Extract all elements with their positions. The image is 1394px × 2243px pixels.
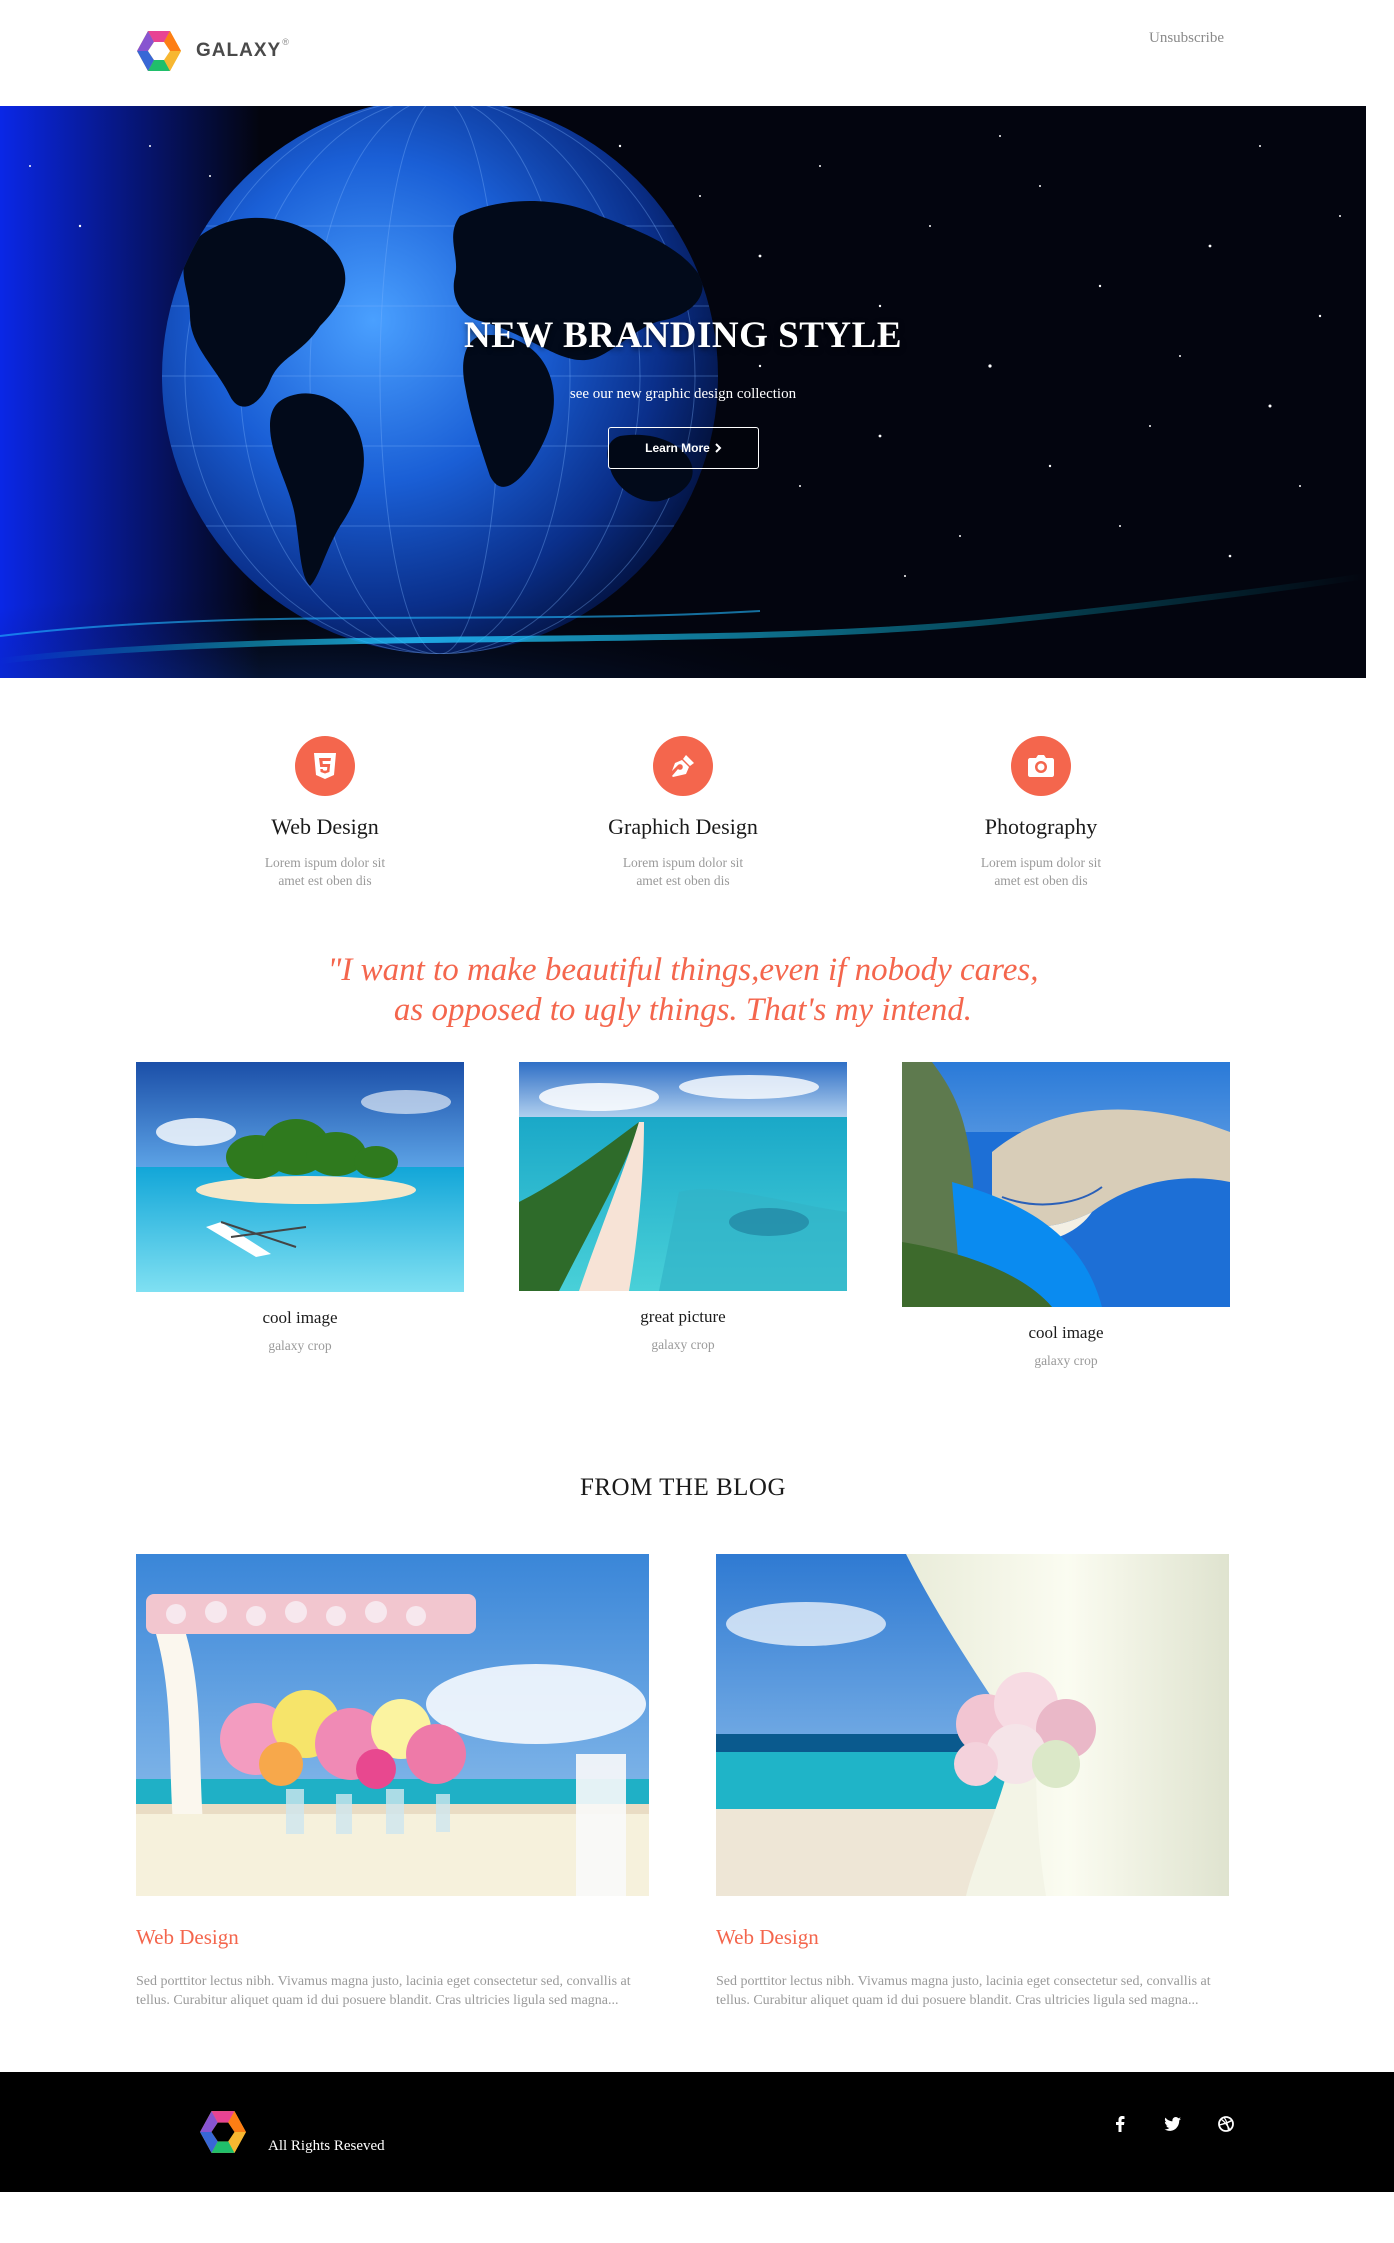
unsubscribe-link[interactable]: Unsubscribe xyxy=(1149,30,1224,47)
blog-post[interactable]: Web Design Sed porttitor lectus nibh. Vi… xyxy=(716,1554,1229,2010)
camera-icon xyxy=(1028,755,1054,777)
gallery-subtitle: galaxy crop xyxy=(1034,1353,1098,1368)
gallery-title: cool image xyxy=(262,1308,338,1327)
feature-desc: Lorem ispum dolor sit amet est oben dis xyxy=(264,855,386,888)
feature-desc: Lorem ispum dolor sit amet est oben dis xyxy=(980,855,1102,888)
brand-logo[interactable]: GALAXY ® xyxy=(136,30,289,72)
feature-icon-circle xyxy=(653,736,713,796)
footer: All Rights Reseved xyxy=(0,2072,1394,2192)
navagio-bay-image xyxy=(902,1062,1230,1307)
learn-more-label: Learn More xyxy=(645,441,710,455)
quote-line-2: as opposed to ugly things. That's my int… xyxy=(393,992,973,1028)
tropical-island-image xyxy=(136,1062,464,1292)
quote-line-1: "I want to make beautiful things,even if… xyxy=(327,952,1039,988)
blog-post-excerpt: Sed porttitor lectus nibh. Vivamus magna… xyxy=(716,1974,1211,2008)
feature-title: Graphich Design xyxy=(608,814,758,839)
gallery-subtitle: galaxy crop xyxy=(651,1337,715,1352)
quote-block: "I want to make beautiful things,even if… xyxy=(0,950,1366,1030)
feature-icon-circle xyxy=(1011,736,1071,796)
blog-post[interactable]: Web Design Sed porttitor lectus nibh. Vi… xyxy=(136,1554,649,2010)
hero-title: NEW BRANDING STYLE xyxy=(463,315,903,356)
blog-post-excerpt: Sed porttitor lectus nibh. Vivamus magna… xyxy=(136,1974,631,2008)
header: GALAXY ® Unsubscribe xyxy=(0,0,1394,106)
feature-web-design: Web Design Lorem ispum dolor sit amet es… xyxy=(195,736,455,890)
blog-heading: FROM THE BLOG xyxy=(579,1474,787,1501)
hero-subtitle: see our new graphic design collection xyxy=(569,386,797,402)
gallery-subtitle: galaxy crop xyxy=(268,1338,332,1353)
gallery-item[interactable]: cool image galaxy crop xyxy=(902,1062,1230,1369)
feature-title: Web Design xyxy=(271,814,379,839)
facebook-icon xyxy=(1116,2116,1125,2132)
feature-title: Photography xyxy=(984,814,1098,839)
twitter-icon xyxy=(1163,2117,1181,2131)
dribbble-icon xyxy=(1218,2116,1234,2132)
gallery-title: cool image xyxy=(1028,1323,1104,1342)
feature-icon-circle xyxy=(295,736,355,796)
pen-nib-icon xyxy=(672,755,694,777)
blog-post-title[interactable]: Web Design xyxy=(716,1925,1229,1950)
gallery-item[interactable]: cool image galaxy crop xyxy=(136,1062,464,1354)
hexagon-logo-icon[interactable] xyxy=(199,2110,247,2154)
beach-wedding-table-image xyxy=(136,1554,649,1896)
gallery-title: great picture xyxy=(640,1307,726,1326)
feature-photography: Photography Lorem ispum dolor sit amet e… xyxy=(911,736,1171,890)
feature-graphic-design: Graphich Design Lorem ispum dolor sit am… xyxy=(553,736,813,890)
footer-rights: All Rights Reseved xyxy=(268,2138,385,2154)
facebook-link[interactable] xyxy=(1106,2110,1134,2138)
hero-banner: NEW BRANDING STYLE see our new graphic d… xyxy=(0,106,1366,678)
blog-post-title[interactable]: Web Design xyxy=(136,1925,649,1950)
feature-desc: Lorem ispum dolor sit amet est oben dis xyxy=(622,855,744,888)
html5-icon xyxy=(314,753,336,779)
registered-mark: ® xyxy=(282,37,289,47)
gallery-item[interactable]: great picture galaxy crop xyxy=(519,1062,847,1353)
learn-more-button[interactable]: Learn More xyxy=(608,427,759,469)
hexagon-logo-icon xyxy=(137,31,181,71)
chevron-right-icon xyxy=(715,443,722,453)
twitter-link[interactable] xyxy=(1158,2110,1186,2138)
beach-curtain-flowers-image xyxy=(716,1554,1229,1896)
brand-name: GALAXY xyxy=(196,40,282,61)
aerial-beach-image xyxy=(519,1062,847,1291)
dribbble-link[interactable] xyxy=(1212,2110,1240,2138)
